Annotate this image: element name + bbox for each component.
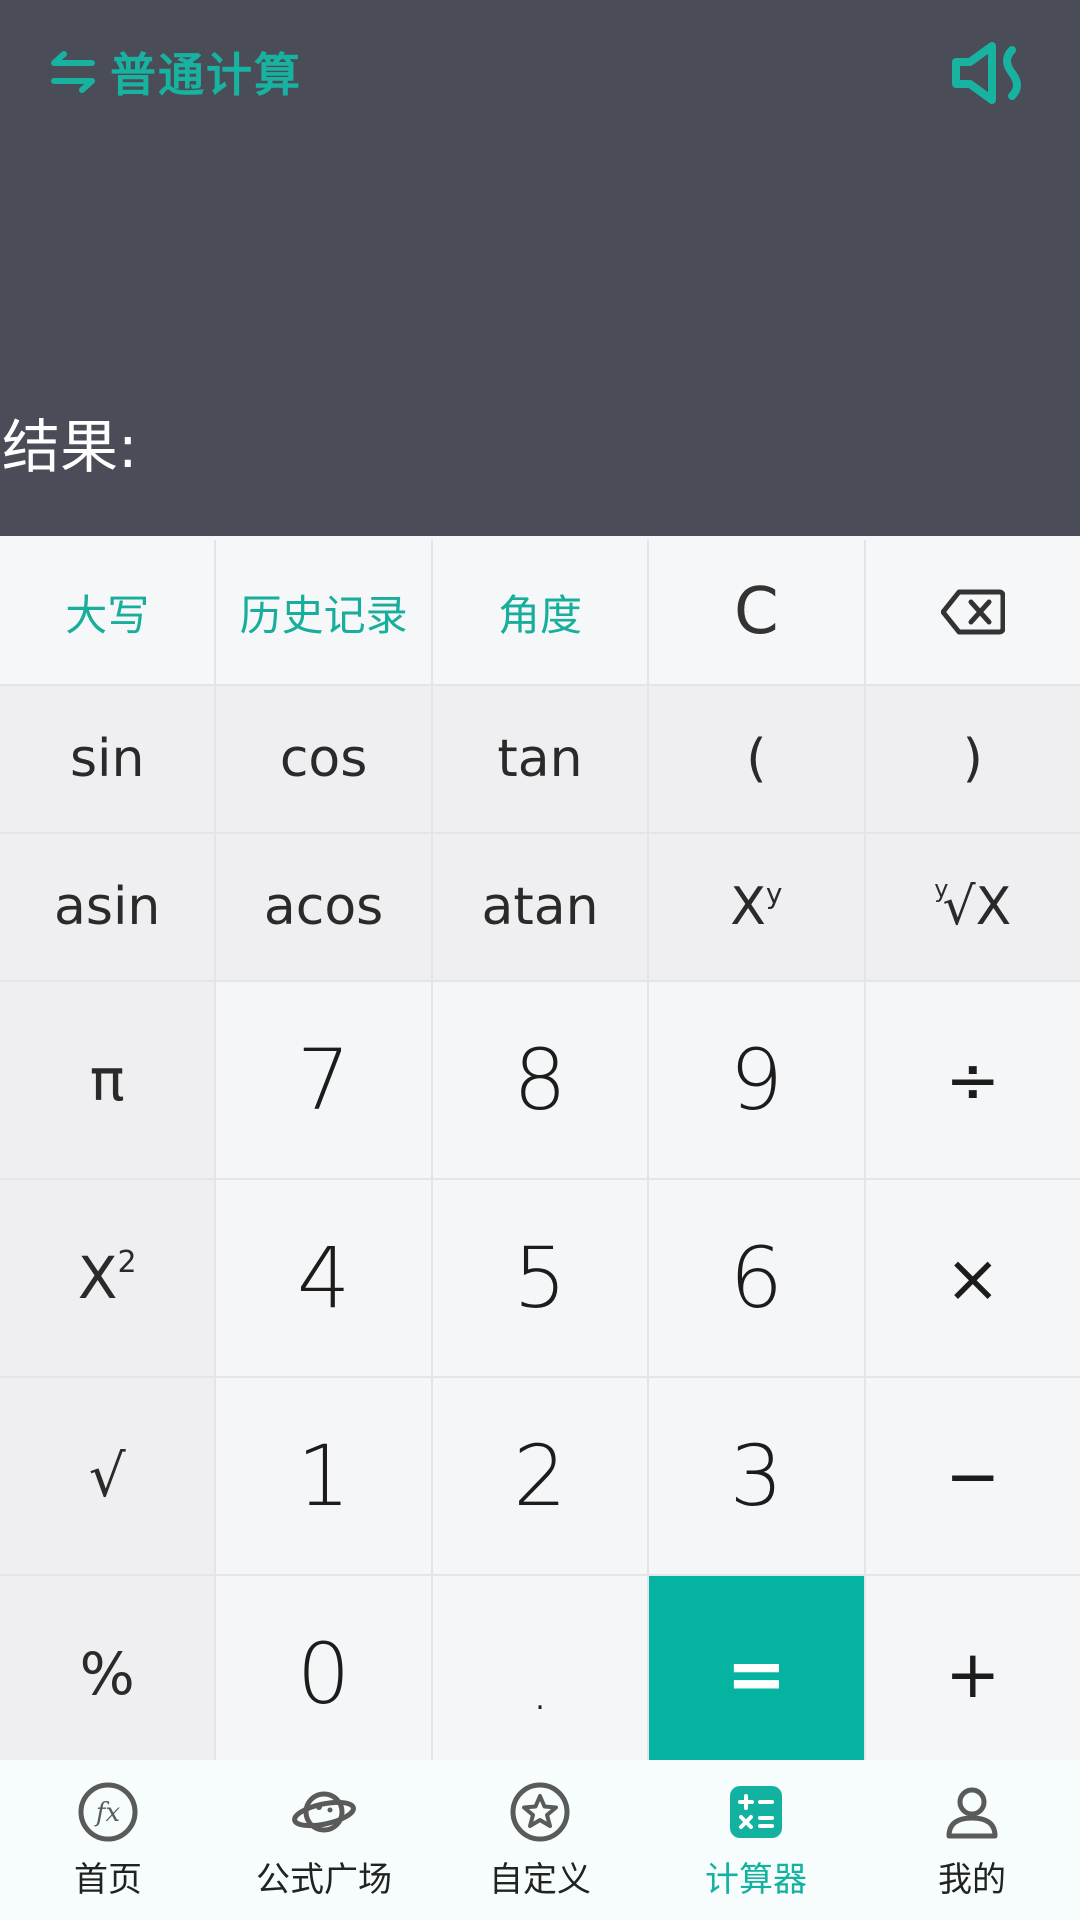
minus-button[interactable]: − — [865, 1378, 1080, 1574]
result-line: 结果: — [2, 400, 150, 484]
power-base: X — [730, 877, 766, 937]
swap-arrows-icon — [46, 45, 100, 99]
percent-button[interactable]: % — [0, 1576, 215, 1772]
digit-3-button[interactable]: 3 — [649, 1378, 864, 1574]
nav-label-home: 首页 — [74, 1860, 142, 1900]
sound-toggle-button[interactable] — [950, 40, 1030, 106]
mode-toggle-button[interactable]: 普通计算 — [46, 42, 302, 102]
right-paren-button[interactable]: ) — [865, 686, 1080, 832]
fx-icon: fx — [76, 1780, 140, 1844]
digit-0-button[interactable]: 0 — [216, 1576, 431, 1772]
calculator-icon — [724, 1780, 788, 1844]
square-button[interactable]: X2 — [0, 1180, 215, 1376]
multiply-button[interactable]: × — [865, 1180, 1080, 1376]
digit-7-button[interactable]: 7 — [216, 982, 431, 1178]
sound-off-icon — [950, 40, 1030, 106]
decimal-point-button[interactable]: . — [432, 1576, 648, 1772]
nav-item-formula-square[interactable]: 公式广场 — [216, 1760, 432, 1920]
left-paren-button[interactable]: ( — [649, 686, 864, 832]
backspace-icon — [940, 588, 1005, 636]
nav-item-custom[interactable]: 自定义 — [432, 1760, 648, 1920]
power-exponent: y — [765, 876, 783, 910]
svg-text:fx: fx — [94, 1798, 121, 1828]
clear-label: C — [734, 575, 779, 649]
digit-4-button[interactable]: 4 — [216, 1180, 431, 1376]
nav-label-custom: 自定义 — [489, 1860, 591, 1900]
square-base: X — [77, 1244, 118, 1312]
power-button[interactable]: Xy — [649, 834, 864, 980]
calculator-display: 普通计算 结果: — [0, 0, 1080, 536]
nth-root-button[interactable]: y √X — [865, 834, 1080, 980]
clear-button[interactable]: C — [649, 540, 864, 684]
angle-button[interactable]: 角度 — [432, 540, 648, 684]
mode-label: 普通计算 — [110, 48, 302, 102]
nav-label-mine: 我的 — [938, 1860, 1006, 1900]
digit-1-button[interactable]: 1 — [216, 1378, 431, 1574]
digit-8-button[interactable]: 8 — [432, 982, 648, 1178]
keypad: 大写 历史记录 角度 C sin cos tan ( ) asin acos a… — [0, 540, 1080, 1772]
acos-button[interactable]: acos — [216, 834, 431, 980]
planet-icon — [292, 1780, 356, 1844]
asin-button[interactable]: asin — [0, 834, 215, 980]
nav-item-home[interactable]: fx 首页 — [0, 1760, 216, 1920]
result-label: 结果: — [2, 413, 138, 481]
tan-button[interactable]: tan — [432, 686, 648, 832]
sin-button[interactable]: sin — [0, 686, 215, 832]
atan-button[interactable]: atan — [432, 834, 648, 980]
sqrt-button[interactable]: √ — [0, 1378, 215, 1574]
cos-button[interactable]: cos — [216, 686, 431, 832]
pi-button[interactable]: π — [0, 982, 215, 1178]
nav-label-calculator: 计算器 — [705, 1860, 807, 1900]
user-icon — [940, 1780, 1004, 1844]
divide-button[interactable]: ÷ — [865, 982, 1080, 1178]
square-exponent: 2 — [117, 1244, 137, 1280]
equals-button[interactable]: = — [649, 1576, 864, 1772]
nav-label-formula-square: 公式广场 — [256, 1860, 392, 1900]
digit-9-button[interactable]: 9 — [649, 982, 864, 1178]
nav-item-mine[interactable]: 我的 — [864, 1760, 1080, 1920]
root-base: √X — [942, 877, 1012, 937]
star-badge-icon — [508, 1780, 572, 1844]
caps-button[interactable]: 大写 — [0, 540, 215, 684]
digit-2-button[interactable]: 2 — [432, 1378, 648, 1574]
digit-6-button[interactable]: 6 — [649, 1180, 864, 1376]
root-index: y — [934, 875, 949, 903]
digit-5-button[interactable]: 5 — [432, 1180, 648, 1376]
bottom-navigation: fx 首页 公式广场 自定义 计算器 我的 — [0, 1760, 1080, 1920]
plus-button[interactable]: + — [865, 1576, 1080, 1772]
nav-item-calculator[interactable]: 计算器 — [648, 1760, 864, 1920]
backspace-button[interactable] — [865, 540, 1080, 684]
history-button[interactable]: 历史记录 — [216, 540, 431, 684]
